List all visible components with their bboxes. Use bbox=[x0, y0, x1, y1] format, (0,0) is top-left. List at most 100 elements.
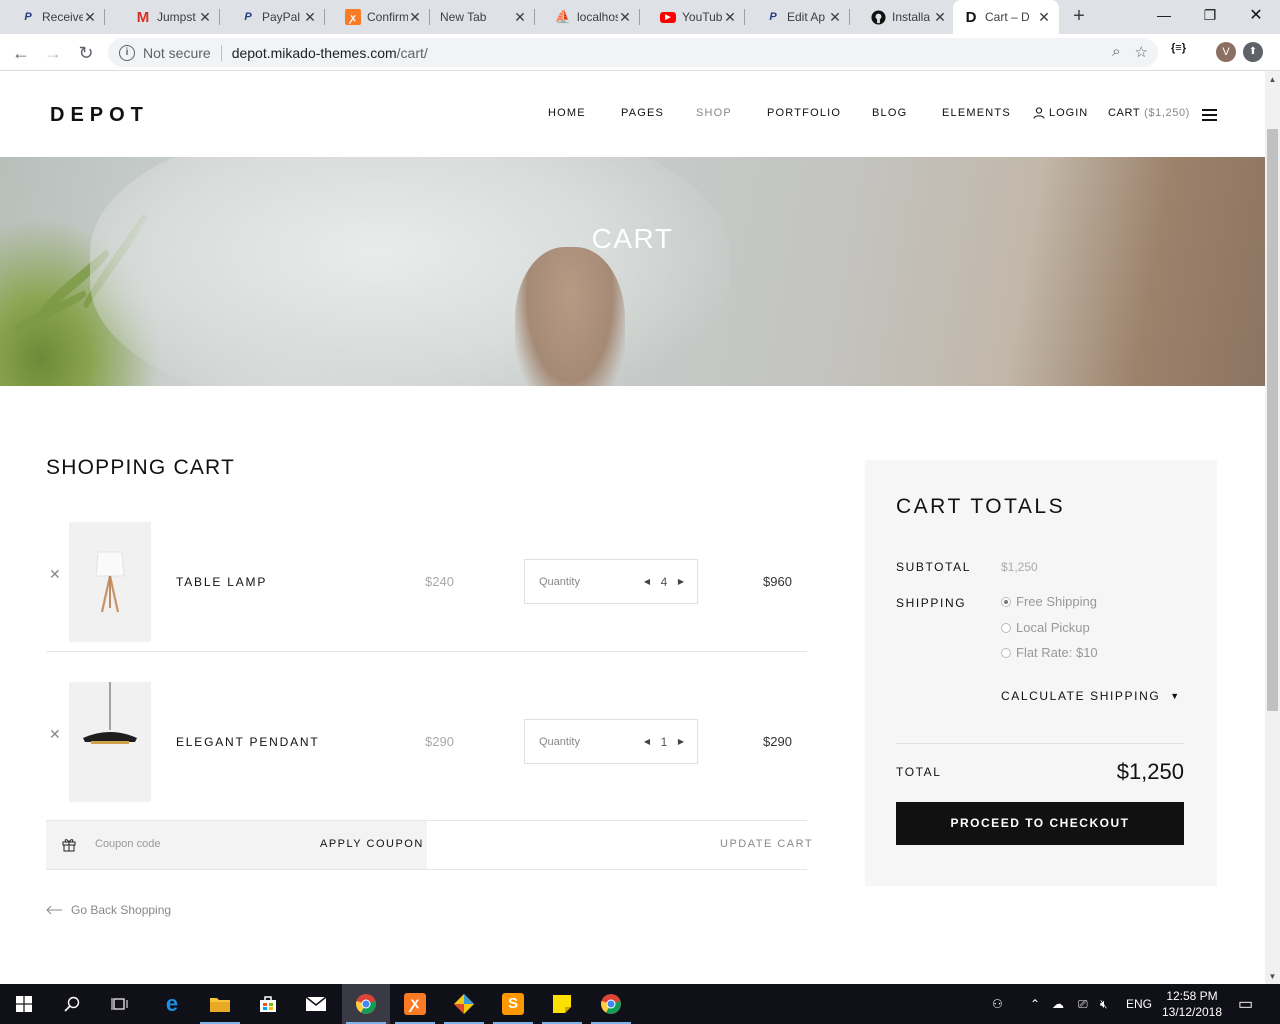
apply-coupon-button[interactable]: APPLY COUPON bbox=[320, 838, 424, 850]
close-icon[interactable]: ✕ bbox=[1037, 9, 1051, 26]
page-viewport: DEPOT HOME PAGES SHOP PORTFOLIO BLOG ELE… bbox=[0, 71, 1265, 984]
tab-new-tab[interactable]: New Tab ✕ bbox=[430, 0, 535, 34]
coupon-code-input[interactable]: Coupon code bbox=[95, 838, 160, 850]
extension-icon[interactable]: {≡} bbox=[1171, 42, 1186, 54]
taskbar-mail[interactable] bbox=[292, 984, 340, 1024]
profile-avatar[interactable]: V bbox=[1216, 42, 1236, 62]
tab-youtube[interactable]: ▶ YouTub ✕ bbox=[640, 0, 745, 34]
scroll-down-icon[interactable]: ▼ bbox=[1265, 972, 1280, 981]
increase-icon[interactable]: ▶ bbox=[675, 577, 687, 586]
network-icon[interactable]: ⎚ bbox=[1078, 984, 1088, 1024]
people-icon[interactable]: ⚇ bbox=[992, 984, 1003, 1024]
tab-localhost[interactable]: ⛵ localhos ✕ bbox=[535, 0, 640, 34]
language-indicator[interactable]: ENG bbox=[1126, 984, 1152, 1024]
tab-cart-depot[interactable]: D Cart – D ✕ bbox=[953, 0, 1059, 34]
decrease-icon[interactable]: ◀ bbox=[641, 737, 653, 746]
menu-home[interactable]: HOME bbox=[548, 107, 586, 119]
proceed-to-checkout-button[interactable]: PROCEED TO CHECKOUT bbox=[896, 802, 1184, 845]
tab-edit-app[interactable]: P Edit Ap ✕ bbox=[745, 0, 850, 34]
quantity-stepper[interactable]: Quantity ◀ 1 ▶ bbox=[524, 719, 698, 764]
radio-button[interactable] bbox=[1001, 647, 1011, 658]
radio-button[interactable] bbox=[1001, 622, 1011, 633]
close-icon[interactable]: ✕ bbox=[513, 9, 527, 26]
quantity-value[interactable]: 1 bbox=[653, 735, 675, 749]
cart-item-row: ✕ TABLE LAMP $240 Quantity ◀ 4 ▶ $960 bbox=[46, 512, 807, 652]
back-button[interactable]: ← bbox=[8, 40, 34, 66]
shipping-option-free[interactable]: Free Shipping bbox=[1001, 594, 1097, 609]
quantity-stepper[interactable]: Quantity ◀ 4 ▶ bbox=[524, 559, 698, 604]
close-icon[interactable]: ✕ bbox=[83, 9, 97, 26]
table-lamp-thumbnail[interactable] bbox=[69, 522, 151, 642]
new-tab-button[interactable]: + bbox=[1068, 5, 1090, 27]
remove-item-icon[interactable]: ✕ bbox=[49, 566, 61, 583]
scrollbar-thumb[interactable] bbox=[1267, 129, 1278, 711]
url-text[interactable]: depot.mikado-themes.com/cart/ bbox=[232, 45, 428, 61]
omnibox[interactable]: i Not secure depot.mikado-themes.com/car… bbox=[108, 38, 1158, 67]
total-label: TOTAL bbox=[896, 765, 942, 779]
taskbar-chrome-2[interactable] bbox=[587, 984, 635, 1024]
login-link[interactable]: LOGIN bbox=[1033, 107, 1088, 119]
radio-button[interactable] bbox=[1001, 596, 1011, 607]
header-cart-link[interactable]: CART ($1,250) bbox=[1108, 107, 1190, 119]
tab-jumpstart[interactable]: M Jumpst ✕ bbox=[115, 0, 220, 34]
taskbar-sticky-notes[interactable] bbox=[538, 984, 586, 1024]
zoom-icon[interactable]: ⌕ bbox=[1112, 43, 1120, 61]
start-button[interactable] bbox=[0, 984, 48, 1024]
close-window-button[interactable]: ✕ bbox=[1233, 0, 1279, 30]
search-button[interactable] bbox=[48, 984, 96, 1024]
product-name[interactable]: TABLE LAMP bbox=[176, 575, 267, 589]
menu-elements[interactable]: ELEMENTS bbox=[942, 107, 1011, 119]
tab-installation[interactable]: Installa ✕ bbox=[850, 0, 955, 34]
taskbar-sublime[interactable]: S bbox=[489, 984, 537, 1024]
taskbar-clock[interactable]: 12:58 PM 13/12/2018 bbox=[1158, 988, 1226, 1020]
quantity-value[interactable]: 4 bbox=[653, 575, 675, 589]
update-cart-button[interactable]: UPDATE CART bbox=[720, 838, 813, 850]
taskbar-edge[interactable]: e bbox=[148, 984, 196, 1024]
onedrive-icon[interactable]: ☁ bbox=[1052, 984, 1064, 1024]
task-view-button[interactable] bbox=[96, 984, 144, 1024]
close-icon[interactable]: ✕ bbox=[618, 9, 632, 26]
remove-item-icon[interactable]: ✕ bbox=[49, 726, 61, 743]
shipping-option-local-pickup[interactable]: Local Pickup bbox=[1001, 620, 1090, 635]
bookmark-star-icon[interactable]: ☆ bbox=[1135, 43, 1148, 61]
calculate-shipping-toggle[interactable]: CALCULATE SHIPPING ▼ bbox=[1001, 689, 1181, 703]
update-icon[interactable]: ⬆ bbox=[1243, 42, 1263, 62]
taskbar-file-explorer[interactable] bbox=[196, 984, 244, 1024]
tab-receive[interactable]: P Receive ✕ bbox=[0, 0, 105, 34]
close-icon[interactable]: ✕ bbox=[723, 9, 737, 26]
close-icon[interactable]: ✕ bbox=[198, 9, 212, 26]
minimize-button[interactable]: — bbox=[1141, 0, 1187, 30]
close-icon[interactable]: ✕ bbox=[408, 9, 422, 26]
decrease-icon[interactable]: ◀ bbox=[641, 577, 653, 586]
menu-portfolio[interactable]: PORTFOLIO bbox=[767, 107, 841, 119]
show-hidden-icons[interactable]: ⌃ bbox=[1030, 984, 1040, 1024]
menu-shop[interactable]: SHOP bbox=[696, 107, 732, 119]
page-scrollbar[interactable]: ▲ ▼ bbox=[1265, 71, 1280, 984]
shipping-option-flat-rate[interactable]: Flat Rate: $10 bbox=[1001, 645, 1098, 660]
close-icon[interactable]: ✕ bbox=[933, 9, 947, 26]
taskbar-chrome[interactable] bbox=[342, 984, 390, 1024]
sticky-notes-icon bbox=[553, 995, 571, 1013]
taskbar-git[interactable] bbox=[440, 984, 488, 1024]
action-center-icon[interactable]: ▭ bbox=[1238, 984, 1253, 1024]
info-icon[interactable]: i bbox=[119, 44, 135, 61]
menu-pages[interactable]: PAGES bbox=[621, 107, 664, 119]
menu-blog[interactable]: BLOG bbox=[872, 107, 907, 119]
increase-icon[interactable]: ▶ bbox=[675, 737, 687, 746]
go-back-shopping-link[interactable]: Go Back Shopping bbox=[46, 903, 171, 917]
site-logo[interactable]: DEPOT bbox=[50, 104, 149, 127]
taskbar-store[interactable] bbox=[244, 984, 292, 1024]
product-name[interactable]: ELEGANT PENDANT bbox=[176, 735, 319, 749]
elegant-pendant-thumbnail[interactable] bbox=[69, 682, 151, 802]
volume-muted-icon[interactable]: 🔇︎ bbox=[1100, 984, 1108, 1024]
restore-button[interactable]: ❐ bbox=[1187, 0, 1233, 30]
scroll-up-icon[interactable]: ▲ bbox=[1265, 75, 1280, 84]
forward-button[interactable]: → bbox=[40, 40, 66, 66]
close-icon[interactable]: ✕ bbox=[303, 9, 317, 26]
tab-confirm[interactable]: ꭗ Confirm ✕ bbox=[325, 0, 430, 34]
close-icon[interactable]: ✕ bbox=[828, 9, 842, 26]
taskbar-xampp[interactable]: ꭗ bbox=[391, 984, 439, 1024]
reload-button[interactable]: ↻ bbox=[73, 40, 99, 66]
tab-paypal[interactable]: P PayPal ✕ bbox=[220, 0, 325, 34]
hamburger-menu-icon[interactable] bbox=[1202, 109, 1217, 124]
